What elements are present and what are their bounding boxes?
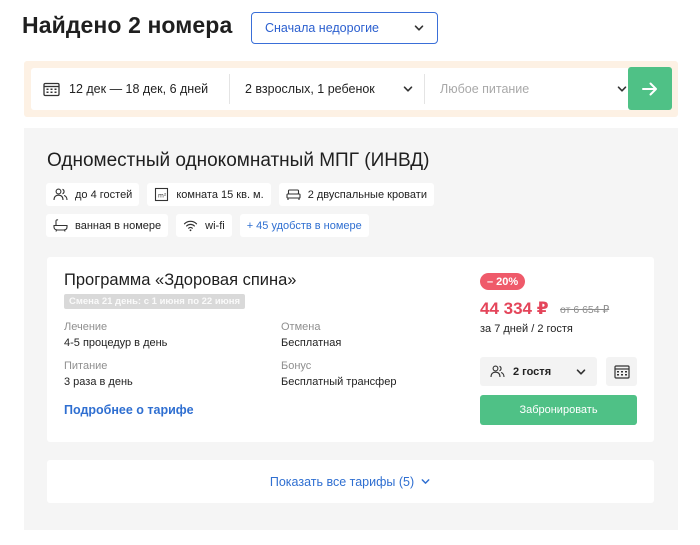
old-price: от 6 654 ₽ (560, 304, 610, 316)
guests-value: 2 взрослых, 1 ребенок (245, 82, 375, 96)
amenity-chip: m² комната 15 кв. м. (147, 183, 271, 206)
area-icon: m² (155, 187, 169, 202)
tariff-card: Программа «Здоровая спина» Смена 21 день… (47, 257, 654, 442)
chevron-down-icon (403, 86, 413, 92)
chevron-down-icon (617, 86, 627, 92)
bonus-value: Бесплатный трансфер (281, 376, 397, 388)
dates-value: 12 дек — 18 дек, 6 дней (69, 82, 209, 96)
food-label: Питание (64, 360, 108, 372)
wifi-icon (184, 220, 198, 232)
amenity-chip: до 4 гостей (46, 183, 140, 206)
food-placeholder: Любое питание (440, 82, 530, 96)
bath-icon (53, 219, 68, 232)
amenity-label: wi-fi (205, 219, 225, 232)
guests-icon (490, 365, 505, 378)
tariff-name: Программа «Здоровая спина» (64, 271, 297, 289)
tariff-details-link[interactable]: Подробнее о тарифе (64, 403, 194, 417)
guests-icon (53, 188, 68, 201)
svg-text:m²: m² (158, 193, 167, 200)
amenity-label: комната 15 кв. м. (176, 188, 264, 201)
cancel-value: Бесплатная (281, 337, 342, 349)
price: 44 334 ₽ (480, 299, 549, 318)
cancel-label: Отмена (281, 321, 321, 333)
show-all-label: Показать все тарифы (5) (269, 474, 415, 489)
amenity-chip: ванная в номере (46, 214, 169, 237)
search-submit-button[interactable] (628, 67, 672, 110)
food-info: Питание 3 раза в день (64, 360, 133, 388)
guests-field[interactable]: 2 взрослых, 1 ребенок (230, 68, 424, 110)
calendar-icon (43, 82, 60, 96)
bonus-label: Бонус (281, 360, 312, 372)
book-button[interactable]: Забронировать (480, 395, 637, 425)
amenity-label: 2 двуспальные кровати (307, 188, 427, 201)
calendar-button[interactable] (606, 357, 637, 386)
page-title: Найдено 2 номера (22, 12, 233, 38)
chevron-down-icon (414, 25, 424, 31)
cancel-info: Отмена Бесплатная (281, 321, 341, 349)
treatment-value: 4-5 процедур в день (64, 337, 168, 349)
treatment-info: Лечение 4-5 процедур в день (64, 321, 167, 349)
arrow-right-icon (642, 82, 657, 95)
amenity-label: ванная в номере (75, 219, 162, 232)
bed-icon (286, 189, 301, 200)
amenity-chip: wi-fi (176, 214, 232, 237)
calendar-icon (613, 364, 630, 379)
tariff-shift-badge: Смена 21 день: с 1 июня по 22 июня (64, 294, 246, 309)
discount-badge: – 20% (480, 273, 526, 290)
chevron-down-icon (576, 368, 586, 375)
bonus-info: Бонус Бесплатный трансфер (281, 360, 396, 388)
sort-select-value: Сначала недорогие (265, 21, 380, 35)
food-value: 3 раза в день (64, 376, 133, 388)
amenity-label: до 4 гостей (75, 188, 133, 201)
amenities: до 4 гостей m² комната 15 кв. м. 2 двусп… (46, 183, 666, 245)
amenity-chip: 2 двуспальные кровати (278, 183, 434, 206)
chevron-down-icon (421, 479, 430, 484)
search-bar: 12 дек — 18 дек, 6 дней 2 взрослых, 1 ре… (24, 61, 678, 117)
room-card: Одноместный однокомнатный МПГ (ИНВД) до … (24, 128, 678, 530)
search-form: 12 дек — 18 дек, 6 дней 2 взрослых, 1 ре… (31, 68, 640, 110)
guest-count-value: 2 гостя (513, 365, 552, 378)
dates-field[interactable]: 12 дек — 18 дек, 6 дней (31, 68, 229, 110)
room-name: Одноместный однокомнатный МПГ (ИНВД) (47, 150, 430, 171)
price-period: за 7 дней / 2 гостя (480, 323, 573, 335)
guest-count-select[interactable]: 2 гостя (480, 357, 597, 386)
more-amenities-link[interactable]: + 45 удобств в номере (239, 214, 369, 237)
show-all-tariffs-button[interactable]: Показать все тарифы (5) (47, 460, 654, 503)
treatment-label: Лечение (64, 321, 108, 333)
sort-select[interactable]: Сначала недорогие (251, 12, 438, 44)
food-select[interactable]: Любое питание (425, 68, 640, 110)
